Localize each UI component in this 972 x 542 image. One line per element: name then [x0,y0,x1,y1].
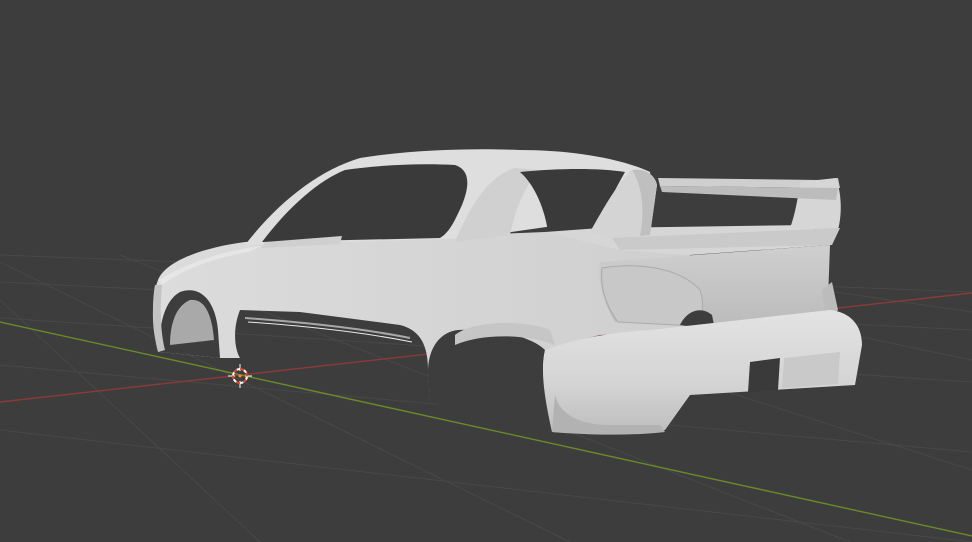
rear-spoiler [590,169,841,250]
bumper-vent-left [748,358,780,392]
car-body-shell[interactable] [152,149,862,435]
3d-viewport[interactable] [0,0,972,542]
viewport-canvas[interactable] [0,0,972,542]
bumper-vent-right [782,352,840,388]
rear-wheel-arch [428,329,552,432]
